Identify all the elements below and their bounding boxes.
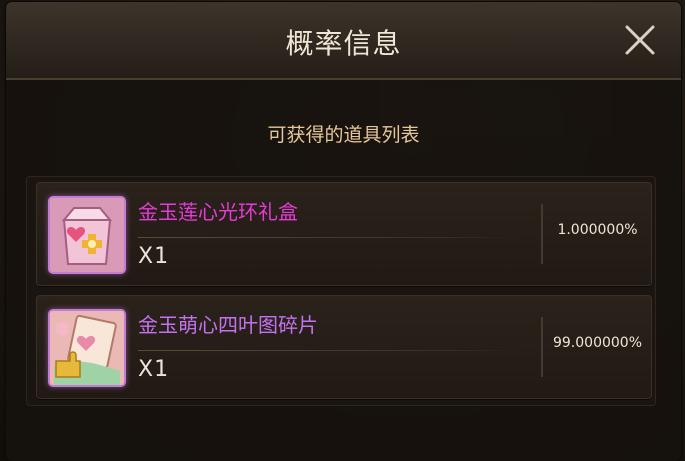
item-name: 金玉莲心光环礼盒 — [138, 200, 298, 224]
puzzle-fragment-icon — [50, 311, 124, 385]
item-name: 金玉萌心四叶图碎片 — [138, 313, 318, 337]
item-icon-frame[interactable] — [48, 309, 126, 387]
list-item: 金玉萌心四叶图碎片 X1 99.000000% — [36, 295, 652, 399]
game-scene: ▇▆▇▆▇ 概率信息 可获得的道具列表 — [0, 0, 685, 461]
close-icon — [625, 25, 655, 55]
list-item: 金玉莲心光环礼盒 X1 1.000000% — [36, 182, 652, 286]
probability-dialog: 概率信息 可获得的道具列表 金玉莲心光环礼盒 X1 1.000000% 金玉萌心… — [6, 2, 681, 461]
item-quantity: X1 — [138, 357, 170, 382]
close-button[interactable] — [620, 20, 660, 60]
item-probability: 99.000000% — [552, 335, 642, 351]
dialog-header: 概率信息 — [6, 2, 681, 80]
item-list[interactable]: 金玉莲心光环礼盒 X1 1.000000% 金玉萌心四叶图碎片 X1 99.00… — [26, 176, 656, 406]
item-divider — [138, 237, 518, 238]
item-probability: 1.000000% — [557, 222, 638, 238]
dialog-title: 概率信息 — [285, 27, 402, 60]
item-icon-frame[interactable] — [48, 196, 126, 274]
item-quantity: X1 — [138, 244, 170, 269]
item-list-heading: 可获得的道具列表 — [267, 124, 420, 146]
gift-bag-icon — [50, 198, 124, 272]
item-divider — [138, 350, 518, 351]
